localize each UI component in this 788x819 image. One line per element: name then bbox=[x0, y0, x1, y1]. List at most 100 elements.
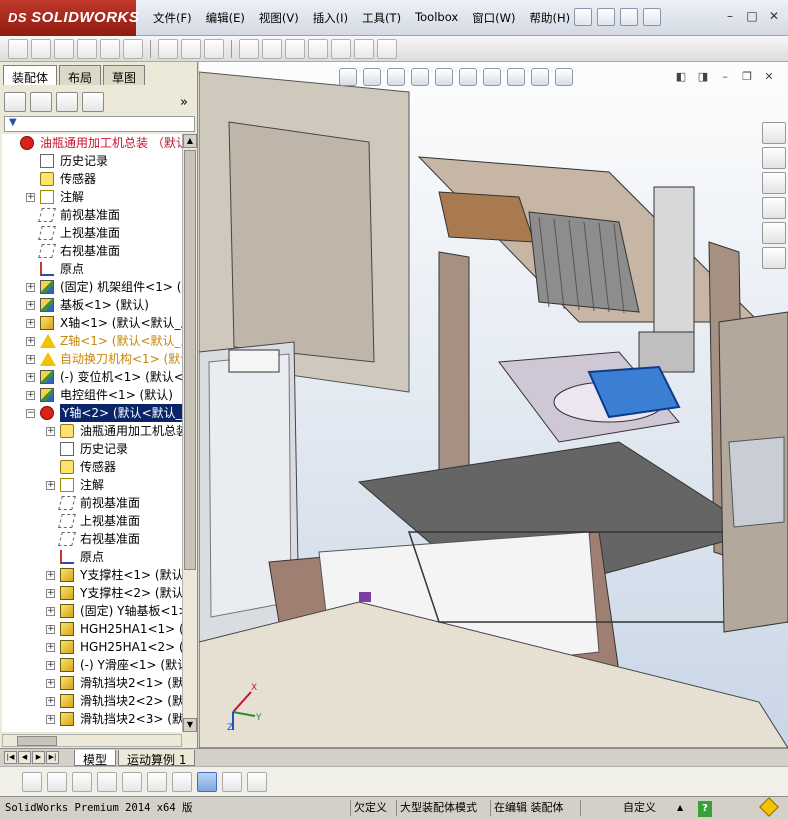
split-view-icon[interactable] bbox=[122, 771, 142, 792]
tree-item[interactable]: + 油瓶通用加工机总装 ( bbox=[2, 422, 182, 440]
expand-icon[interactable]: + bbox=[26, 337, 35, 346]
apply-scene-icon[interactable] bbox=[531, 68, 549, 86]
menu-insert[interactable]: 插入(I) bbox=[306, 10, 355, 26]
scroll-thumb[interactable] bbox=[184, 150, 196, 570]
units-arrow-icon[interactable]: ▲ bbox=[674, 800, 686, 816]
tree-item[interactable]: 历史记录 bbox=[2, 152, 182, 170]
tab-motion-study-1[interactable]: 运动算例 1 bbox=[118, 750, 196, 767]
instant3d-icon[interactable] bbox=[377, 38, 397, 59]
triad-icon[interactable] bbox=[172, 771, 192, 792]
scroll-down-arrow-icon[interactable]: ▼ bbox=[183, 718, 197, 732]
show-hidden-icon[interactable] bbox=[158, 38, 178, 59]
tree-item[interactable]: 上视基准面 bbox=[2, 224, 182, 242]
expand-icon[interactable]: + bbox=[26, 355, 35, 364]
maximize-button[interactable]: □ bbox=[744, 8, 760, 24]
view-orientation-icon[interactable] bbox=[435, 68, 453, 86]
expand-icon[interactable]: + bbox=[26, 391, 35, 400]
tree-item[interactable]: + 自动换刀机构<1> (默认 bbox=[2, 350, 182, 368]
view-palette-icon[interactable] bbox=[762, 197, 786, 219]
insert-component-icon[interactable] bbox=[31, 38, 51, 59]
display-manager-icon[interactable] bbox=[82, 92, 104, 112]
menu-window[interactable]: 窗口(W) bbox=[465, 10, 522, 26]
tree-item[interactable]: + HGH25HA1<2> (默认< bbox=[2, 638, 182, 656]
collapse-icon[interactable]: − bbox=[26, 409, 35, 418]
explode-line-sketch-icon[interactable] bbox=[308, 38, 328, 59]
open-folder-icon[interactable] bbox=[620, 8, 638, 26]
expand-icon[interactable]: + bbox=[46, 661, 55, 670]
tab-model[interactable]: 模型 bbox=[74, 750, 117, 767]
new-motion-study-icon[interactable] bbox=[239, 38, 259, 59]
design-library-icon[interactable] bbox=[762, 147, 786, 169]
scroll-thumb[interactable] bbox=[17, 736, 57, 746]
configuration-manager-icon[interactable] bbox=[56, 92, 78, 112]
edit-appearance-icon[interactable] bbox=[507, 68, 525, 86]
viewport-close-button[interactable]: ✕ bbox=[762, 70, 776, 84]
smart-fasteners-icon[interactable] bbox=[100, 38, 120, 59]
expand-icon[interactable]: + bbox=[26, 301, 35, 310]
tab-last-arrow-icon[interactable]: ▶| bbox=[46, 751, 59, 764]
expand-icon[interactable]: + bbox=[46, 607, 55, 616]
minimize-button[interactable]: – bbox=[722, 8, 738, 24]
section-view-icon[interactable] bbox=[411, 68, 429, 86]
rebuild-tag-icon[interactable] bbox=[759, 797, 779, 817]
solidworks-logo[interactable]: DS SOLIDWORKS bbox=[0, 0, 139, 36]
expand-icon[interactable]: + bbox=[46, 571, 55, 580]
tree-item[interactable]: 历史记录 bbox=[2, 440, 182, 458]
expand-icon[interactable]: + bbox=[46, 481, 55, 490]
expand-icon[interactable]: + bbox=[26, 373, 35, 382]
tree-item[interactable]: 原点 bbox=[2, 548, 182, 566]
expand-icon[interactable]: + bbox=[46, 589, 55, 598]
shaded-icon[interactable] bbox=[22, 771, 42, 792]
view-settings-icon[interactable] bbox=[555, 68, 573, 86]
tree-item[interactable]: 前视基准面 bbox=[2, 206, 182, 224]
pin-icon[interactable] bbox=[574, 8, 592, 26]
tree-item[interactable]: + Y支撑柱<2> (默认) bbox=[2, 584, 182, 602]
reference-geometry-icon[interactable] bbox=[204, 38, 224, 59]
tab-assembly[interactable]: 装配体 bbox=[3, 65, 58, 85]
tree-filter[interactable]: ▼ bbox=[4, 116, 195, 132]
tree-item[interactable]: + HGH25HA1<1> (默认< bbox=[2, 620, 182, 638]
render-icon[interactable] bbox=[247, 771, 267, 792]
graphics-area[interactable]: ◧ ◨ – ❐ ✕ X Y Z bbox=[199, 62, 788, 748]
status-large-assembly-mode[interactable]: 大型装配体模式 bbox=[396, 800, 480, 816]
status-units[interactable]: 自定义 bbox=[620, 800, 659, 816]
expand-icon[interactable]: + bbox=[26, 319, 35, 328]
key-point-icon[interactable] bbox=[147, 771, 167, 792]
wireframe-icon[interactable] bbox=[47, 771, 67, 792]
viewport-restore-button[interactable]: ❐ bbox=[740, 70, 754, 84]
tree-item[interactable]: 前视基准面 bbox=[2, 494, 182, 512]
more-tabs-button[interactable]: » bbox=[180, 95, 194, 110]
tree-item[interactable]: + (-) 变位机<1> (默认<默认 bbox=[2, 368, 182, 386]
menu-file[interactable]: 文件(F) bbox=[146, 10, 199, 26]
tree-item[interactable]: + 注解 bbox=[2, 476, 182, 494]
expand-icon[interactable]: + bbox=[46, 625, 55, 634]
tree-item[interactable]: 原点 bbox=[2, 260, 182, 278]
menu-toolbox[interactable]: Toolbox bbox=[408, 10, 465, 26]
viewport-split2-icon[interactable]: ◨ bbox=[696, 70, 710, 84]
expand-icon[interactable]: + bbox=[46, 643, 55, 652]
help-question-icon[interactable] bbox=[643, 8, 661, 26]
appearances-icon[interactable] bbox=[762, 222, 786, 244]
clearance-verification-icon[interactable] bbox=[354, 38, 374, 59]
tree-item[interactable]: + Y支撑柱<1> (默认) bbox=[2, 566, 182, 584]
tree-vertical-scrollbar[interactable]: ▲ ▼ bbox=[182, 134, 197, 732]
tree-item[interactable]: + (固定) 机架组件<1> (默认 bbox=[2, 278, 182, 296]
tree-item[interactable]: − Y轴<2> (默认<默认_显 bbox=[2, 404, 182, 422]
menu-tools[interactable]: 工具(T) bbox=[355, 10, 408, 26]
tree-item[interactable]: + 基板<1> (默认) bbox=[2, 296, 182, 314]
tree-item[interactable]: + 注解 bbox=[2, 188, 182, 206]
edit-component-icon[interactable] bbox=[8, 38, 28, 59]
feature-manager-icon[interactable] bbox=[4, 92, 26, 112]
tree-item[interactable]: + X轴<1> (默认<默认_显示状 bbox=[2, 314, 182, 332]
tree-item[interactable]: + 滑轨挡块2<1> (默认) bbox=[2, 674, 182, 692]
tree-item[interactable]: 传感器 bbox=[2, 170, 182, 188]
tree-item[interactable]: 上视基准面 bbox=[2, 512, 182, 530]
tab-next-arrow-icon[interactable]: ▶ bbox=[32, 751, 45, 764]
home-icon[interactable] bbox=[762, 122, 786, 144]
tree-item[interactable]: 传感器 bbox=[2, 458, 182, 476]
tab-layout[interactable]: 布局 bbox=[59, 65, 102, 85]
tab-sketch[interactable]: 草图 bbox=[103, 65, 146, 85]
linear-pattern-icon[interactable] bbox=[77, 38, 97, 59]
interference-detection-icon[interactable] bbox=[331, 38, 351, 59]
close-button[interactable]: ✕ bbox=[766, 8, 782, 24]
